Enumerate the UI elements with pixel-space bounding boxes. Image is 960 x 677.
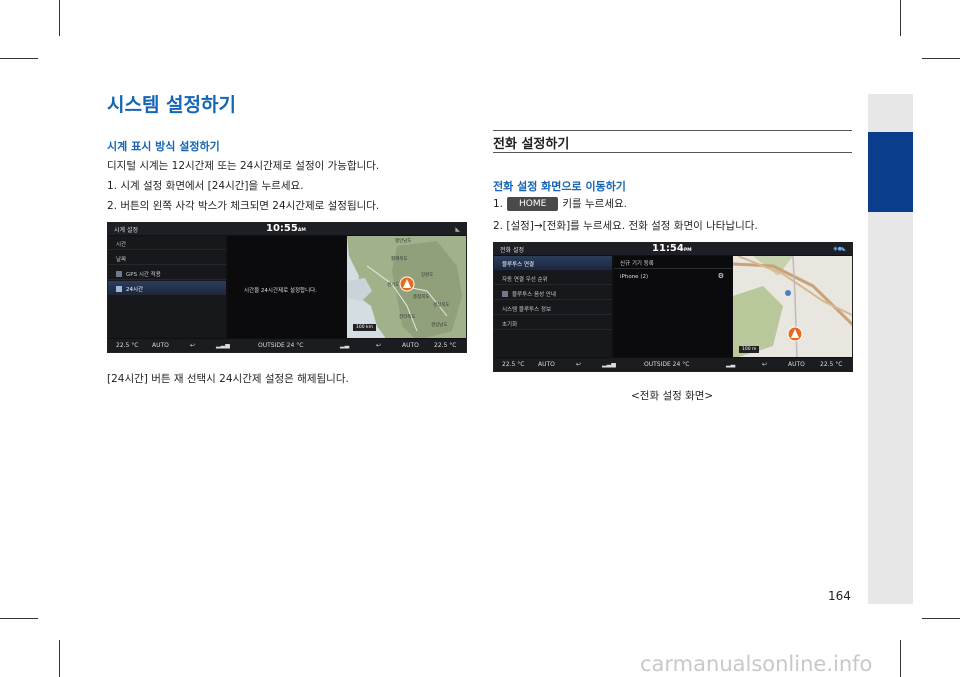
- page-title: 시스템 설정하기: [107, 94, 236, 116]
- menu-item-24h[interactable]: 24시간: [108, 281, 226, 295]
- crop-mark: [900, 640, 901, 677]
- map-graphic: [347, 236, 466, 338]
- temp-left: 22.5 °C: [116, 342, 139, 349]
- section-rule-top: [493, 130, 852, 131]
- screen-clock: 11:54PM: [652, 243, 692, 254]
- checkbox-icon: [116, 271, 122, 277]
- fan-icon[interactable]: ↩: [190, 342, 195, 349]
- climate-bar: 22.5 °C AUTO ↩ ▂▃▅ OUTSIDE 24 °C ▂▃ ↩ AU…: [494, 358, 852, 371]
- map-scale: 100 m: [739, 346, 760, 353]
- screen-title: 시계 설정: [114, 227, 138, 234]
- map-label: 경상북도: [433, 303, 450, 308]
- side-index-bar: [868, 94, 913, 604]
- device-item-iphone[interactable]: iPhone (2): [620, 274, 648, 280]
- screen-title: 전화 설정: [500, 247, 524, 254]
- screen-clock: 10:55AM: [266, 223, 306, 234]
- menu-item-reset[interactable]: 초기화: [494, 316, 612, 330]
- signal-bars-icon: ▂▃▅: [216, 342, 230, 349]
- outside-temp: OUTSIDE 24 °C: [258, 342, 304, 349]
- crop-mark: [900, 0, 901, 36]
- phone-settings-screenshot: 전화 설정 11:54PM ◉●◣ 블루투스 연결 자동 연결 우선 순위 블루…: [493, 242, 853, 372]
- clock-step2: 2. 버튼의 왼쪽 사각 박스가 체크되면 24시간제로 설정됩니다.: [107, 200, 380, 212]
- screenshot-caption: <전화 설정 화면>: [631, 390, 714, 402]
- signal-icon: ◣: [455, 226, 460, 233]
- map-label: 강원도: [421, 273, 434, 278]
- menu-item-bt-voice[interactable]: 블루투스 음성 안내: [494, 286, 612, 300]
- auto-left[interactable]: AUTO: [152, 342, 169, 349]
- clock-step1: 1. 시계 설정 화면에서 [24시간]을 누르세요.: [107, 180, 304, 192]
- auto-right[interactable]: AUTO: [788, 361, 805, 368]
- map-scale: 100 km: [353, 324, 377, 331]
- clock-menu: 시간 날짜 GPS 시간 적용 24시간: [108, 236, 226, 338]
- fan-icon[interactable]: ↩: [376, 342, 381, 349]
- clock-message: 시간을 24시간제로 설정합니다.: [244, 288, 317, 294]
- crop-mark: [0, 58, 38, 59]
- fan-icon[interactable]: ↩: [576, 361, 581, 368]
- crop-mark: [59, 640, 60, 677]
- crop-mark: [922, 58, 960, 59]
- new-device-item[interactable]: 신규 기기 등록: [620, 259, 654, 267]
- page-number: 164: [828, 589, 851, 603]
- climate-bar: 22.5 °C AUTO ↩ ▂▃▅ OUTSIDE 24 °C ▂▃ ↩ AU…: [108, 339, 466, 352]
- temp-right: 22.5 °C: [820, 361, 843, 368]
- clock-desc: 디지털 시계는 12시간제 또는 24시간제로 설정이 가능합니다.: [107, 160, 380, 172]
- temp-right: 22.5 °C: [434, 342, 457, 349]
- phone-menu: 블루투스 연결 자동 연결 우선 순위 블루투스 음성 안내 시스템 블루투스 …: [494, 256, 612, 357]
- outside-temp: OUTSIDE 24 °C: [644, 361, 690, 368]
- map-label: 충청북도: [413, 295, 430, 300]
- clock-subtitle: 시계 표시 방식 설정하기: [107, 140, 220, 153]
- side-index-tab: [868, 132, 913, 212]
- map-label: 전라북도: [399, 315, 416, 320]
- map-korea: 평안남도 황해북도 강원도 경기도 충청북도 경상북도 전라북도 경상남도 10…: [347, 236, 466, 338]
- checkbox-checked-icon: [116, 286, 122, 292]
- divider: [614, 268, 732, 269]
- section-rule-bottom: [493, 152, 852, 153]
- checkbox-icon: [502, 291, 508, 297]
- menu-item-bt-info[interactable]: 시스템 블루투스 정보: [494, 301, 612, 315]
- map-label: 경기도: [387, 283, 400, 288]
- map-label: 황해북도: [391, 257, 408, 262]
- crop-mark: [922, 618, 960, 619]
- phone-section-title: 전화 설정하기: [493, 137, 570, 152]
- signal-bars-icon: ▂▃▅: [602, 361, 616, 368]
- phone-step1: 1. HOME 키를 누르세요.: [493, 197, 627, 211]
- menu-item-date[interactable]: 날짜: [108, 251, 226, 265]
- phone-step2: 2. [설정]→[전화]를 누르세요. 전화 설정 화면이 나타납니다.: [493, 220, 758, 232]
- device-list-panel: 신규 기기 등록 iPhone (2) ⚙: [614, 256, 732, 357]
- fan-icon[interactable]: ↩: [762, 361, 767, 368]
- watermark: carmanualsonline.info: [640, 652, 873, 676]
- bluetooth-icon: ◉●◣: [833, 246, 846, 252]
- auto-right[interactable]: AUTO: [402, 342, 419, 349]
- map-label: 평안남도: [395, 239, 412, 244]
- signal-bars-icon: ▂▃: [726, 361, 736, 368]
- menu-item-gps-time[interactable]: GPS 시간 적용: [108, 266, 226, 280]
- auto-left[interactable]: AUTO: [538, 361, 555, 368]
- map-label: 경상남도: [431, 323, 448, 328]
- home-key: HOME: [507, 197, 559, 211]
- phone-subtitle: 전화 설정 화면으로 이동하기: [493, 180, 626, 193]
- map-graphic: [733, 256, 852, 357]
- crop-mark: [59, 0, 60, 36]
- temp-left: 22.5 °C: [502, 361, 525, 368]
- map-local: 100 m: [733, 256, 852, 357]
- menu-item-bt-connect[interactable]: 블루투스 연결: [494, 256, 612, 270]
- clock-settings-screenshot: 시계 설정 10:55AM ◣ 시간 날짜 GPS 시간 적용 24시간 시간을…: [107, 222, 467, 353]
- crop-mark: [0, 618, 38, 619]
- clock-info-panel: 시간을 24시간제로 설정합니다.: [228, 236, 346, 338]
- screen-status-bar: 시계 설정 10:55AM ◣: [108, 223, 466, 235]
- screen-status-bar: 전화 설정 11:54PM ◉●◣: [494, 243, 852, 255]
- menu-item-time[interactable]: 시간: [108, 236, 226, 250]
- menu-item-auto-priority[interactable]: 자동 연결 우선 순위: [494, 271, 612, 285]
- phone-link-icon[interactable]: ⚙: [718, 272, 724, 280]
- signal-bars-icon: ▂▃: [340, 342, 350, 349]
- clock-note: [24시간] 버튼 재 선택시 24시간제 설정은 해제됩니다.: [107, 373, 349, 385]
